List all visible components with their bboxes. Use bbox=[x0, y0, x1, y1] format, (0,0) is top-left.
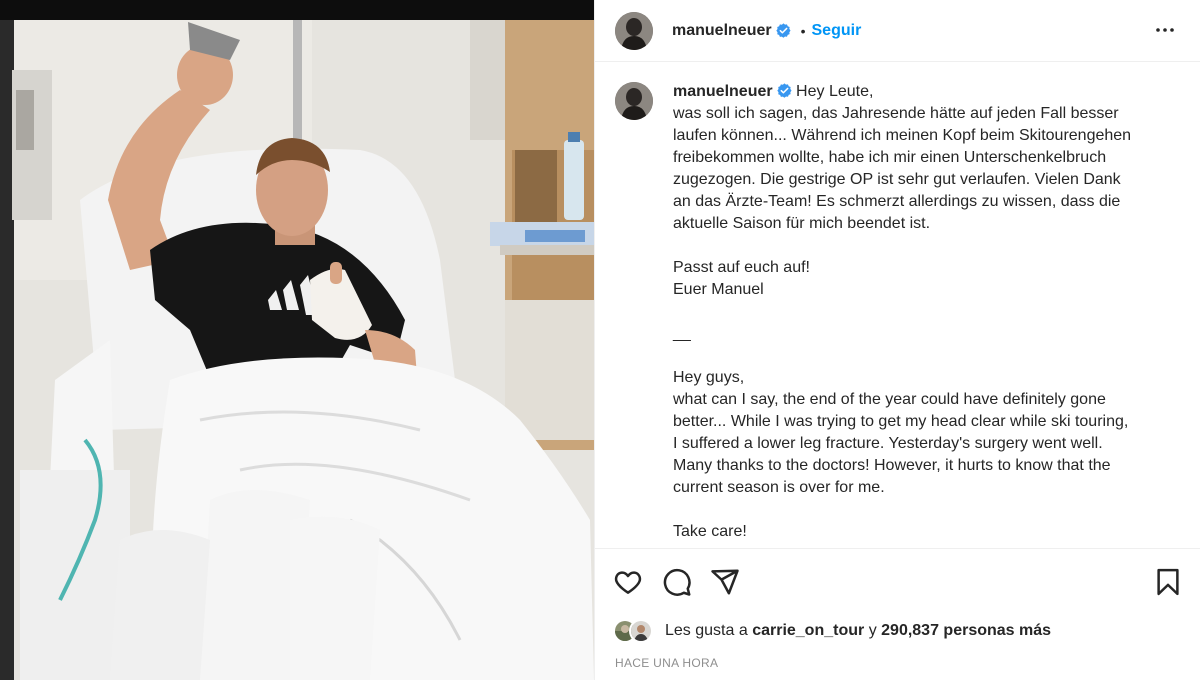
author-username[interactable]: manuelneuer bbox=[672, 22, 772, 40]
post-photo[interactable] bbox=[0, 0, 594, 680]
caption-line: current season is over for me. bbox=[673, 479, 885, 496]
post-timestamp[interactable]: HACE UNA HORA bbox=[615, 656, 718, 670]
more-options-icon[interactable] bbox=[1153, 18, 1177, 42]
caption-section: manuelneuer Hey Leute, was soll ich sage… bbox=[595, 63, 1200, 548]
caption-line: Passt auf euch auf! bbox=[673, 259, 810, 276]
caption-line: I suffered a lower leg fracture. Yesterd… bbox=[673, 435, 1103, 452]
caption-username[interactable]: manuelneuer bbox=[673, 83, 773, 100]
caption-line: what can I say, the end of the year coul… bbox=[673, 391, 1106, 408]
heart-icon[interactable] bbox=[613, 567, 643, 597]
likes-connector: y bbox=[868, 622, 877, 639]
caption-line: Take care! bbox=[673, 523, 747, 540]
verified-badge-icon bbox=[775, 23, 791, 38]
likes-summary: Les gusta a carrie_on_tour y 290,837 per… bbox=[613, 618, 1051, 644]
caption-row: manuelneuer Hey Leute, was soll ich sage… bbox=[615, 81, 1181, 543]
caption-author-avatar[interactable] bbox=[615, 82, 653, 120]
caption-line: Hey Leute, bbox=[796, 83, 874, 100]
caption-line: freibekommen wollte, habe ich mir einen … bbox=[673, 149, 1107, 166]
post-header: manuelneuer • Seguir bbox=[595, 0, 1200, 62]
caption-line: Many thanks to the doctors! However, it … bbox=[673, 457, 1111, 474]
hospital-bed-photo bbox=[0, 0, 594, 680]
action-bar bbox=[595, 548, 1200, 614]
caption-text: manuelneuer Hey Leute, was soll ich sage… bbox=[673, 81, 1173, 543]
verified-badge-icon bbox=[776, 83, 792, 98]
author-avatar[interactable] bbox=[615, 11, 653, 50]
follow-button[interactable]: Seguir bbox=[812, 22, 862, 40]
caption-divider-line: __ bbox=[673, 325, 691, 342]
caption-line: Hey guys, bbox=[673, 369, 745, 386]
caption-line: an das Ärzte-Team! Es schmerzt allerding… bbox=[673, 193, 1121, 210]
comment-icon[interactable] bbox=[662, 567, 692, 597]
liker-avatar bbox=[629, 619, 653, 643]
likes-count[interactable]: 290,837 personas más bbox=[881, 622, 1051, 640]
liker-avatars[interactable] bbox=[613, 619, 657, 643]
caption-line: aktuelle Saison für mich beendet ist. bbox=[673, 215, 931, 232]
share-icon[interactable] bbox=[710, 567, 740, 597]
liker-username[interactable]: carrie_on_tour bbox=[752, 622, 864, 640]
bookmark-icon[interactable] bbox=[1153, 567, 1183, 597]
caption-line: better... While I was trying to get my h… bbox=[673, 413, 1129, 430]
caption-line: laufen können... Während ich meinen Kopf… bbox=[673, 127, 1132, 144]
likes-prefix: Les gusta a bbox=[665, 622, 748, 639]
caption-line: was soll ich sagen, das Jahresende hätte… bbox=[673, 105, 1119, 122]
separator-dot: • bbox=[800, 22, 806, 39]
caption-line: zugezogen. Die gestrige OP ist sehr gut … bbox=[673, 171, 1121, 188]
caption-line: Euer Manuel bbox=[673, 281, 764, 298]
caption-first-line: manuelneuer Hey Leute, bbox=[673, 81, 1173, 103]
post-side-panel: manuelneuer • Seguir manuelneuer Hey Leu… bbox=[594, 0, 1200, 680]
